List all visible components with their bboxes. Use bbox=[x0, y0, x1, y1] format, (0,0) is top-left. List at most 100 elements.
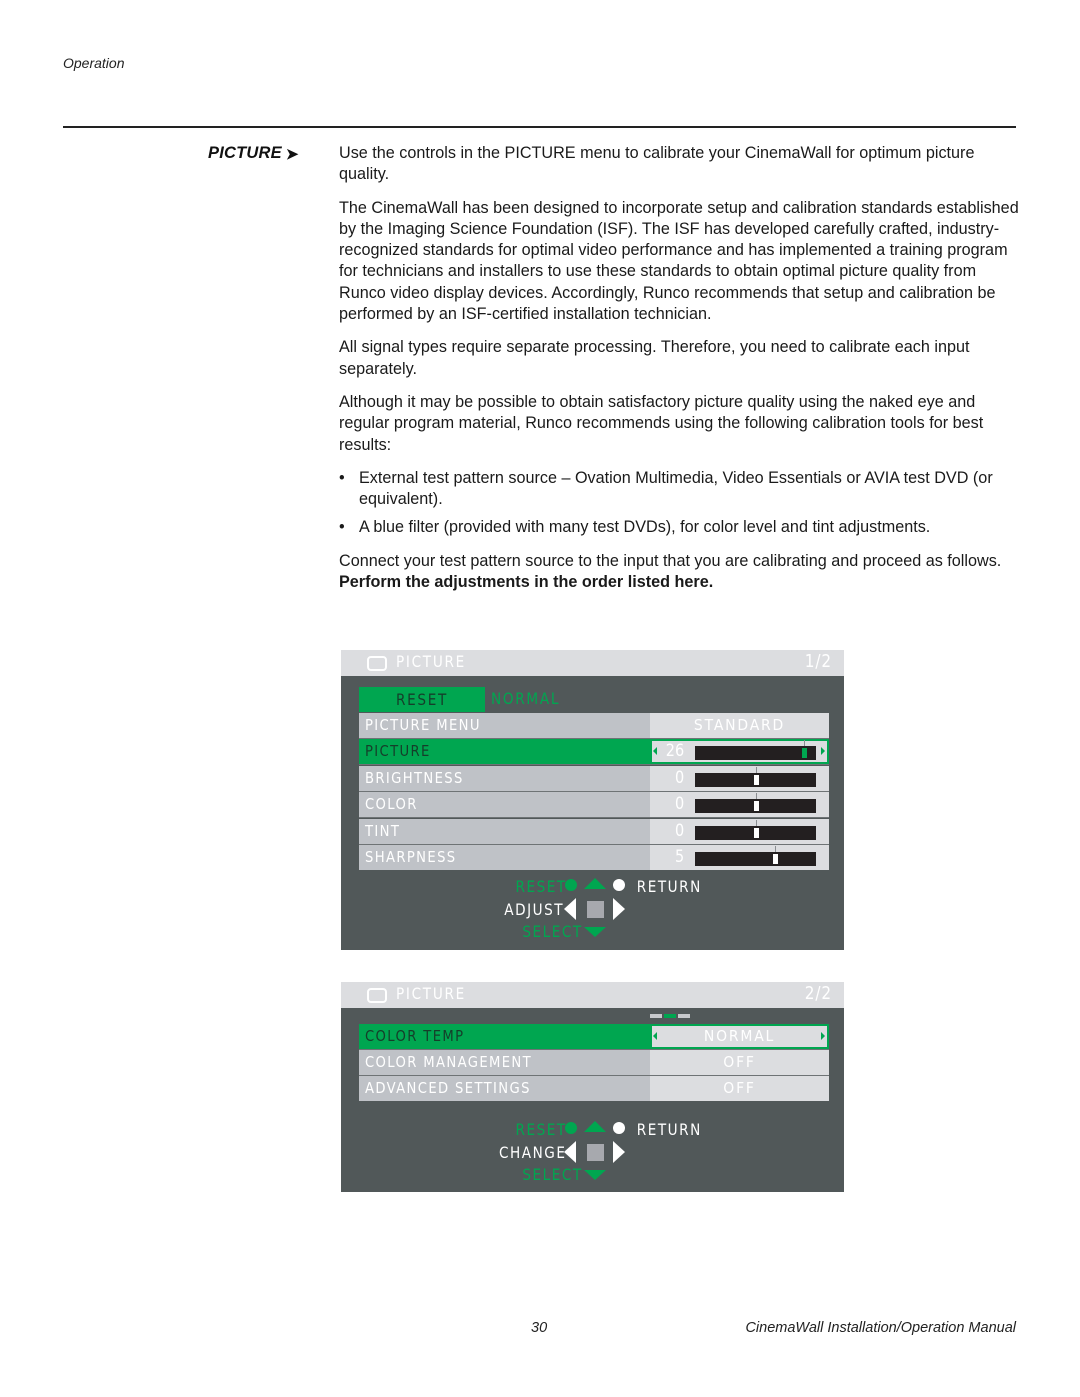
right-arrow-icon bbox=[613, 1141, 625, 1163]
row-divider bbox=[359, 817, 829, 818]
up-arrow-icon bbox=[584, 1121, 606, 1132]
slider-tick bbox=[775, 846, 776, 852]
reset-value: NORMAL bbox=[491, 689, 561, 708]
green-dot-icon bbox=[565, 879, 577, 891]
row-label: PICTURE bbox=[365, 742, 431, 760]
osd-row-tint[interactable]: TINT 0 bbox=[359, 819, 829, 844]
legend-reset: RESET bbox=[515, 877, 567, 896]
page-dot bbox=[678, 1014, 690, 1018]
right-arrow-icon[interactable] bbox=[821, 747, 825, 755]
slider-value: 0 bbox=[674, 768, 685, 788]
slider-tick bbox=[804, 740, 805, 746]
right-arrow-icon bbox=[613, 898, 625, 920]
osd-row-picture-menu[interactable]: PICTURE MENU STANDARD bbox=[359, 713, 829, 738]
running-head: Operation bbox=[63, 55, 125, 71]
row-value: OFF bbox=[723, 1053, 756, 1071]
slider-track[interactable] bbox=[695, 846, 816, 866]
list-item: • External test pattern source – Ovation … bbox=[339, 468, 1019, 511]
left-arrow-icon bbox=[564, 1141, 576, 1163]
reset-button[interactable]: RESET bbox=[359, 687, 485, 712]
slider-thumb[interactable] bbox=[754, 801, 759, 811]
slider-tick bbox=[756, 793, 757, 799]
legend-select: SELECT bbox=[522, 1165, 583, 1184]
paragraph: Although it may be possible to obtain sa… bbox=[339, 392, 984, 454]
tv-icon bbox=[367, 656, 387, 671]
slider-thumb[interactable] bbox=[754, 828, 759, 838]
slider-tick bbox=[756, 820, 757, 826]
slider-track[interactable] bbox=[695, 793, 816, 813]
green-dot-icon bbox=[565, 1122, 577, 1134]
arrow-right-icon: ➤ bbox=[285, 146, 299, 163]
osd-title-bar: PICTURE 2/2 bbox=[341, 982, 844, 1008]
body-text: Use the controls in the PICTURE menu to … bbox=[339, 143, 1019, 605]
left-arrow-icon[interactable] bbox=[653, 747, 657, 755]
row-value: STANDARD bbox=[693, 716, 786, 734]
enter-square-icon bbox=[587, 901, 604, 918]
legend-select: SELECT bbox=[522, 922, 583, 941]
row-label: ADVANCED SETTINGS bbox=[365, 1079, 531, 1097]
slider-value: 5 bbox=[674, 847, 685, 867]
legend-reset: RESET bbox=[515, 1120, 567, 1139]
paragraph: All signal types require separate proces… bbox=[339, 338, 970, 378]
paragraph-text: Connect your test pattern source to the … bbox=[339, 551, 1002, 570]
slider-tick bbox=[756, 767, 757, 773]
legend-change: CHANGE bbox=[498, 1143, 567, 1162]
osd-row-color-temp[interactable]: COLOR TEMP NORMAL bbox=[359, 1024, 829, 1049]
tv-icon bbox=[367, 988, 387, 1003]
down-arrow-icon bbox=[584, 1170, 606, 1180]
row-label: SHARPNESS bbox=[365, 848, 457, 866]
reset-label: RESET bbox=[395, 690, 449, 709]
up-arrow-icon bbox=[584, 878, 606, 889]
slider-track[interactable] bbox=[695, 767, 816, 787]
row-label: BRIGHTNESS bbox=[365, 769, 464, 787]
bullet-icon: • bbox=[339, 468, 345, 487]
osd-button-legend: RESET RETURN ADJUST SELECT bbox=[341, 872, 844, 942]
paragraph: Connect your test pattern source to the … bbox=[339, 551, 1019, 594]
osd-picture-menu-page-1: PICTURE 1/2 RESET NORMAL PICTURE MENU ST… bbox=[341, 650, 844, 950]
legend-return: RETURN bbox=[636, 877, 702, 896]
row-divider bbox=[359, 764, 829, 765]
osd-row-advanced-settings[interactable]: ADVANCED SETTINGS OFF bbox=[359, 1076, 829, 1101]
white-dot-icon bbox=[613, 1122, 625, 1134]
osd-picture-menu-page-2: PICTURE 2/2 COLOR TEMP NORMAL COLOR MANA… bbox=[341, 982, 844, 1192]
paragraph: The CinemaWall has been designed to inco… bbox=[339, 198, 1019, 324]
list-item-text: A blue filter (provided with many test D… bbox=[359, 518, 931, 537]
osd-button-legend: RESET RETURN CHANGE SELECT bbox=[341, 1115, 844, 1185]
emphasis-text: Perform the adjustments in the order lis… bbox=[339, 573, 714, 592]
osd-page-indicator: 2/2 bbox=[804, 983, 832, 1004]
slider-value: 0 bbox=[674, 821, 685, 841]
row-label: COLOR MANAGEMENT bbox=[365, 1053, 533, 1071]
osd-page-indicator: 1/2 bbox=[804, 651, 832, 672]
osd-row-color-management[interactable]: COLOR MANAGEMENT OFF bbox=[359, 1050, 829, 1075]
osd-title-bar: PICTURE 1/2 bbox=[341, 650, 844, 676]
enter-square-icon bbox=[587, 1144, 604, 1161]
row-label: COLOR bbox=[365, 795, 418, 813]
osd-row-picture[interactable]: PICTURE 26 bbox=[359, 739, 829, 764]
osd-row-brightness[interactable]: BRIGHTNESS 0 bbox=[359, 766, 829, 791]
osd-row-sharpness[interactable]: SHARPNESS 5 bbox=[359, 845, 829, 870]
page-dot-active bbox=[664, 1014, 676, 1018]
page-number: 30 bbox=[531, 1320, 548, 1336]
bullet-icon: • bbox=[339, 518, 345, 537]
slider-thumb[interactable] bbox=[773, 854, 778, 864]
slider-thumb[interactable] bbox=[802, 748, 807, 758]
slider-thumb[interactable] bbox=[754, 775, 759, 785]
section-heading-text: PICTURE bbox=[208, 144, 282, 162]
right-arrow-icon[interactable] bbox=[821, 1032, 825, 1040]
slider-track[interactable] bbox=[695, 740, 816, 760]
left-arrow-icon[interactable] bbox=[653, 1032, 657, 1040]
bullet-list: • External test pattern source – Ovation … bbox=[339, 468, 1019, 539]
row-value: NORMAL bbox=[703, 1027, 776, 1045]
manual-title: CinemaWall Installation/Operation Manual bbox=[745, 1320, 1016, 1336]
slider-value: 26 bbox=[665, 741, 685, 761]
slider-value: 0 bbox=[674, 794, 685, 814]
row-label: COLOR TEMP bbox=[365, 1027, 465, 1045]
left-arrow-icon bbox=[564, 898, 576, 920]
paragraph: Use the controls in the PICTURE menu to … bbox=[339, 144, 975, 184]
slider-track[interactable] bbox=[695, 820, 816, 840]
osd-row-color[interactable]: COLOR 0 bbox=[359, 792, 829, 817]
legend-adjust: ADJUST bbox=[504, 900, 565, 919]
down-arrow-icon bbox=[584, 927, 606, 937]
page-dot bbox=[650, 1014, 662, 1018]
header-rule bbox=[63, 126, 1016, 128]
